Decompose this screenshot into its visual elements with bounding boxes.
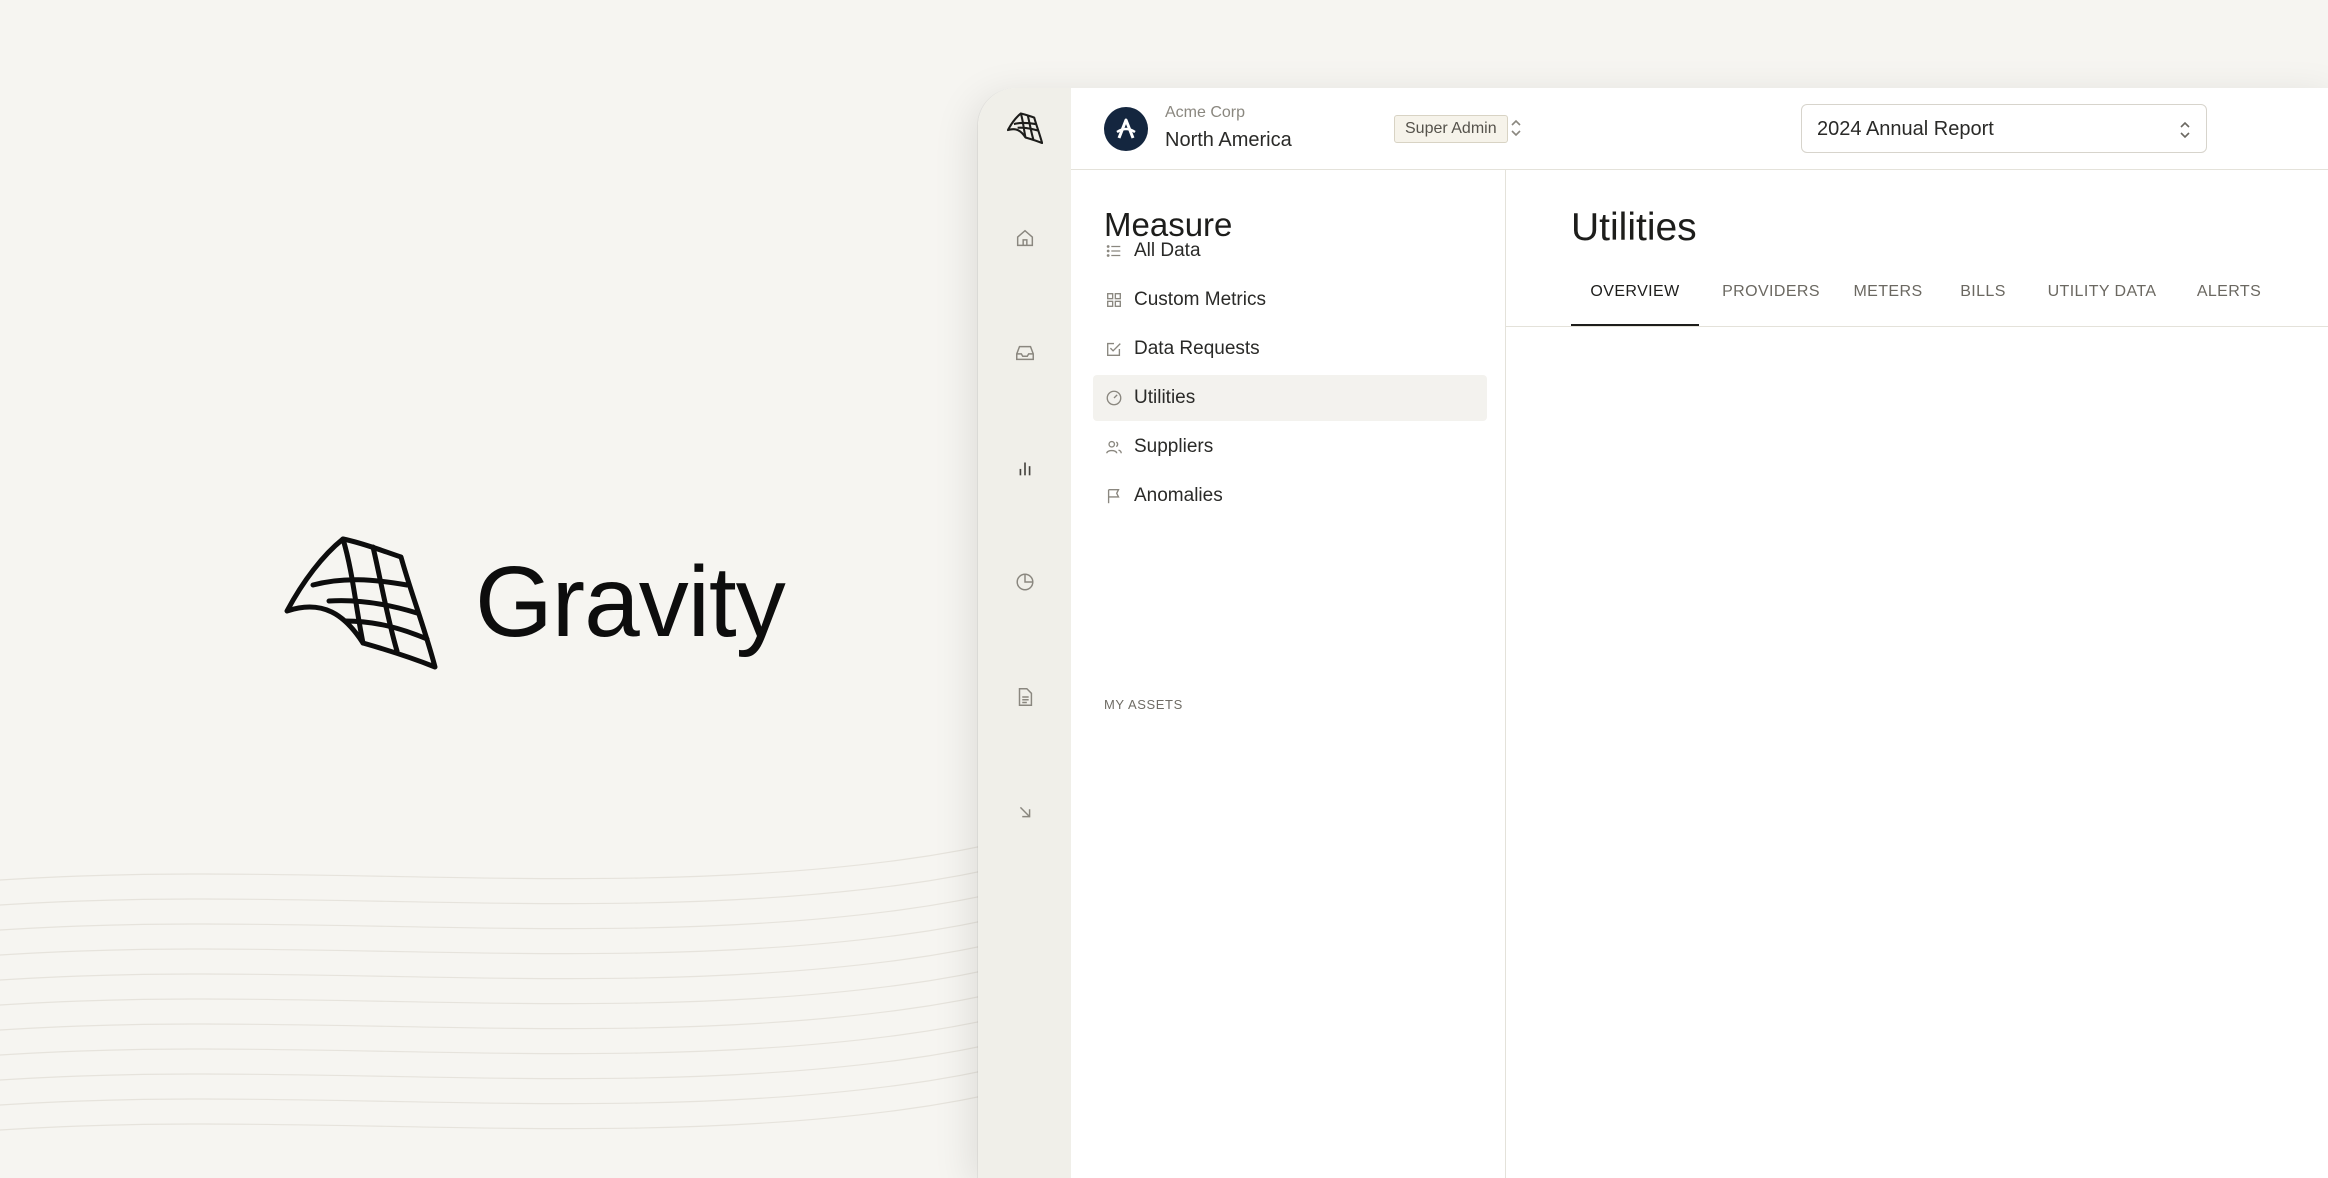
- tab-utility-data[interactable]: UTILITY DATA: [2032, 270, 2172, 326]
- gauge-icon: [1104, 388, 1124, 408]
- top-bar: Acme Corp North America Super Admin 2024…: [1071, 88, 2328, 170]
- page-title: Utilities: [1571, 206, 1697, 249]
- org-switch-chevron-icon[interactable]: [1508, 116, 1524, 140]
- checkbox-icon: [1104, 339, 1124, 359]
- nav-item-label: Suppliers: [1134, 436, 1214, 457]
- brand-name: Gravity: [475, 546, 786, 658]
- org-avatar[interactable]: [1104, 107, 1148, 151]
- tab-providers[interactable]: PROVIDERS: [1716, 270, 1826, 326]
- gravity-logo-icon[interactable]: [1007, 112, 1043, 144]
- nav-item-label: Custom Metrics: [1134, 289, 1266, 310]
- flag-icon: [1104, 486, 1124, 506]
- nav-item-label: Anomalies: [1134, 485, 1223, 506]
- acme-logo-icon: [1116, 118, 1136, 139]
- nav-item-suppliers[interactable]: Suppliers: [1093, 424, 1487, 470]
- nav-item-data-requests[interactable]: Data Requests: [1093, 326, 1487, 372]
- arrow-down-right-icon[interactable]: [1014, 801, 1036, 823]
- nav-item-all-data[interactable]: All Data: [1093, 228, 1487, 274]
- nav-item-anomalies[interactable]: Anomalies: [1093, 473, 1487, 519]
- nav-item-label: All Data: [1134, 240, 1201, 261]
- role-badge: Super Admin: [1394, 115, 1508, 143]
- org-region[interactable]: North America: [1165, 129, 1292, 152]
- pie-chart-icon[interactable]: [1014, 571, 1036, 593]
- gravity-logo-icon: [284, 536, 438, 670]
- users-icon: [1104, 437, 1124, 457]
- nav-item-custom-metrics[interactable]: Custom Metrics: [1093, 277, 1487, 323]
- select-chevron-icon: [2180, 121, 2190, 139]
- nav-item-label: Data Requests: [1134, 338, 1260, 359]
- nav-section-my-assets: MY ASSETS: [1104, 697, 1183, 712]
- list-icon: [1104, 241, 1124, 261]
- bar-chart-icon[interactable]: [1014, 457, 1036, 479]
- main-content: Utilities OVERVIEW PROVIDERS METERS BILL…: [1506, 170, 2328, 1178]
- tab-meters[interactable]: METERS: [1842, 270, 1934, 326]
- nav-item-label: Utilities: [1134, 387, 1196, 408]
- nav-item-utilities[interactable]: Utilities: [1093, 375, 1487, 421]
- grid-icon: [1104, 290, 1124, 310]
- icon-rail: [978, 88, 1072, 1178]
- measure-nav: Measure All Data Custom Metrics Data Req…: [1071, 170, 1506, 1178]
- tab-bar: OVERVIEW PROVIDERS METERS BILLS UTILITY …: [1506, 270, 2328, 327]
- app-window: Acme Corp North America Super Admin 2024…: [978, 88, 2328, 1178]
- inbox-icon[interactable]: [1014, 342, 1036, 364]
- brand-lockup: Gravity: [283, 533, 786, 671]
- org-company: Acme Corp: [1165, 104, 1246, 121]
- home-icon[interactable]: [1014, 227, 1036, 249]
- tab-alerts[interactable]: ALERTS: [2186, 270, 2272, 326]
- report-select[interactable]: 2024 Annual Report: [1801, 104, 2207, 153]
- document-icon[interactable]: [1014, 686, 1036, 708]
- tab-overview[interactable]: OVERVIEW: [1571, 270, 1699, 326]
- tab-bills[interactable]: BILLS: [1948, 270, 2018, 326]
- report-select-value: 2024 Annual Report: [1817, 118, 1994, 140]
